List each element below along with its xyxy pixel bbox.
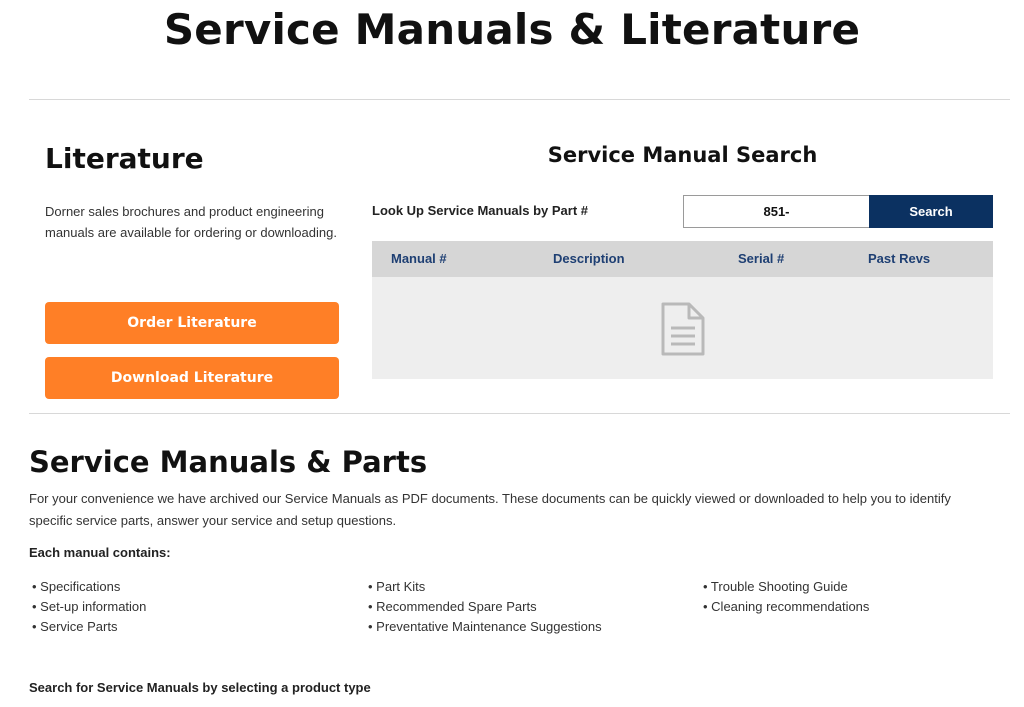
results-table-header: Manual # Description Serial # Past Revs — [372, 241, 993, 277]
download-literature-button[interactable]: Download Literature — [45, 357, 339, 399]
service-parts-heading: Service Manuals & Parts — [29, 445, 428, 479]
column-serial-number: Serial # — [738, 251, 785, 266]
results-table-body — [372, 277, 993, 379]
list-item: • Trouble Shooting Guide — [703, 579, 848, 594]
list-item: • Set-up information — [32, 599, 147, 614]
product-type-search-label: Search for Service Manuals by selecting … — [29, 680, 371, 695]
part-number-input[interactable] — [683, 195, 869, 228]
feature-list: • Specifications • Set-up information • … — [32, 577, 146, 637]
search-button[interactable]: Search — [869, 195, 993, 228]
column-description: Description — [553, 251, 625, 266]
page-title: Service Manuals & Literature — [163, 5, 861, 54]
list-item: • Cleaning recommendations — [703, 599, 870, 614]
document-icon — [659, 301, 707, 362]
list-item: • Preventative Maintenance Suggestions — [368, 619, 602, 634]
list-item: • Part Kits — [368, 579, 426, 594]
order-literature-button[interactable]: Order Literature — [45, 302, 339, 344]
list-item: • Service Parts — [32, 619, 118, 634]
manual-search-heading: Service Manual Search — [547, 143, 818, 167]
literature-description: Dorner sales brochures and product engin… — [45, 204, 337, 240]
divider — [29, 99, 1010, 100]
divider — [29, 413, 1010, 414]
feature-list: • Part Kits • Recommended Spare Parts • … — [368, 577, 602, 637]
manual-contains-label: Each manual contains: — [29, 545, 171, 560]
service-parts-description: For your convenience we have archived ou… — [29, 491, 951, 528]
list-item: • Recommended Spare Parts — [368, 599, 537, 614]
column-manual-number: Manual # — [391, 251, 447, 266]
part-lookup-label: Look Up Service Manuals by Part # — [372, 203, 589, 218]
results-table: Manual # Description Serial # Past Revs — [372, 241, 993, 379]
column-past-revs: Past Revs — [868, 251, 931, 266]
literature-heading: Literature — [45, 142, 204, 175]
feature-list: • Trouble Shooting Guide • Cleaning reco… — [703, 577, 869, 617]
list-item: • Specifications — [32, 579, 121, 594]
